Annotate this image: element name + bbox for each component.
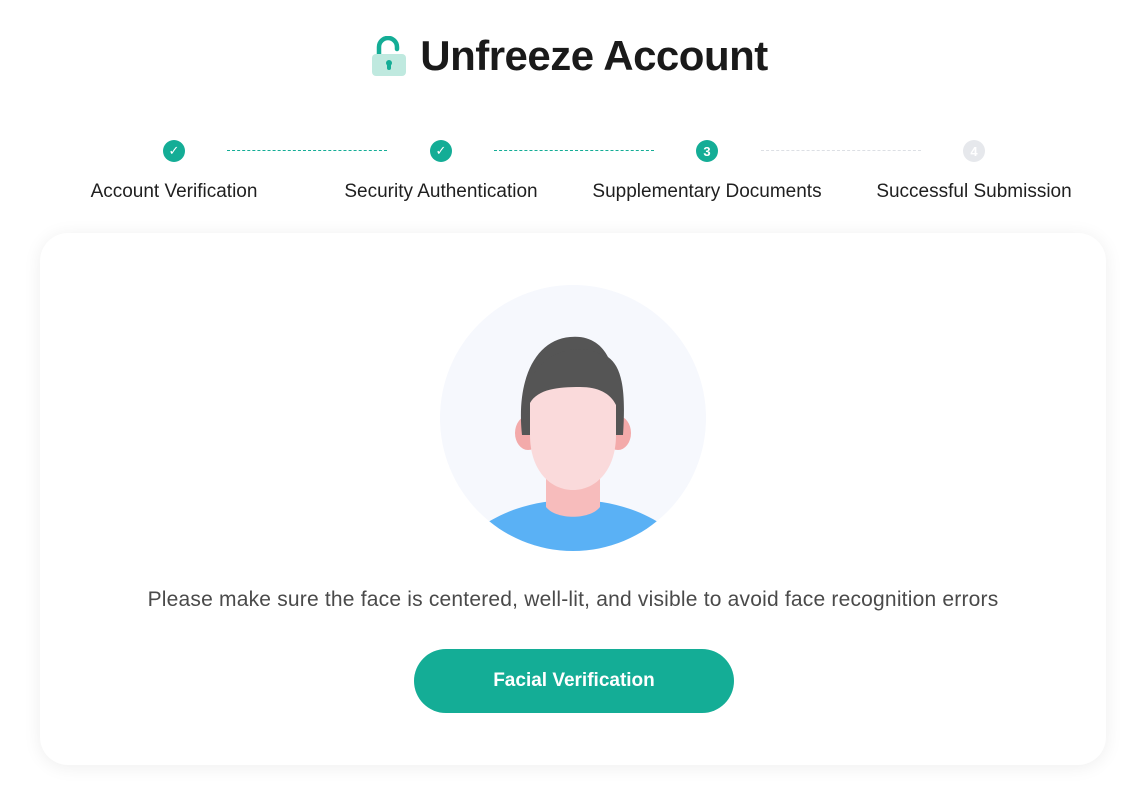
step-security-authentication: ✓ Security Authentication: [311, 138, 571, 203]
page-title: Unfreeze Account: [420, 32, 768, 79]
step-account-verification: ✓ Account Verification: [44, 138, 304, 203]
face-guidance-text: Please make sure the face is centered, w…: [147, 588, 999, 611]
step-label: Security Authentication: [344, 181, 538, 202]
facial-verification-button[interactable]: Facial Verification: [414, 649, 734, 713]
step-label: Successful Submission: [876, 181, 1072, 202]
unfreeze-account-page: Unfreeze Account ✓ Account Verification …: [0, 0, 1138, 786]
step-successful-submission: 4 Successful Submission: [844, 138, 1104, 203]
check-icon: ✓: [430, 140, 452, 162]
progress-stepper: ✓ Account Verification ✓ Security Authen…: [0, 138, 1138, 208]
step-number-badge: 4: [963, 140, 985, 162]
step-number-badge: 3: [696, 140, 718, 162]
face-avatar-icon: [440, 285, 706, 551]
step-label: Account Verification: [90, 181, 258, 202]
verification-card: Please make sure the face is centered, w…: [40, 233, 1106, 765]
check-icon: ✓: [163, 140, 185, 162]
page-header: Unfreeze Account: [0, 28, 1138, 84]
step-label: Supplementary Documents: [592, 181, 822, 202]
unlock-icon: [372, 36, 407, 76]
step-supplementary-documents: 3 Supplementary Documents: [577, 138, 837, 203]
